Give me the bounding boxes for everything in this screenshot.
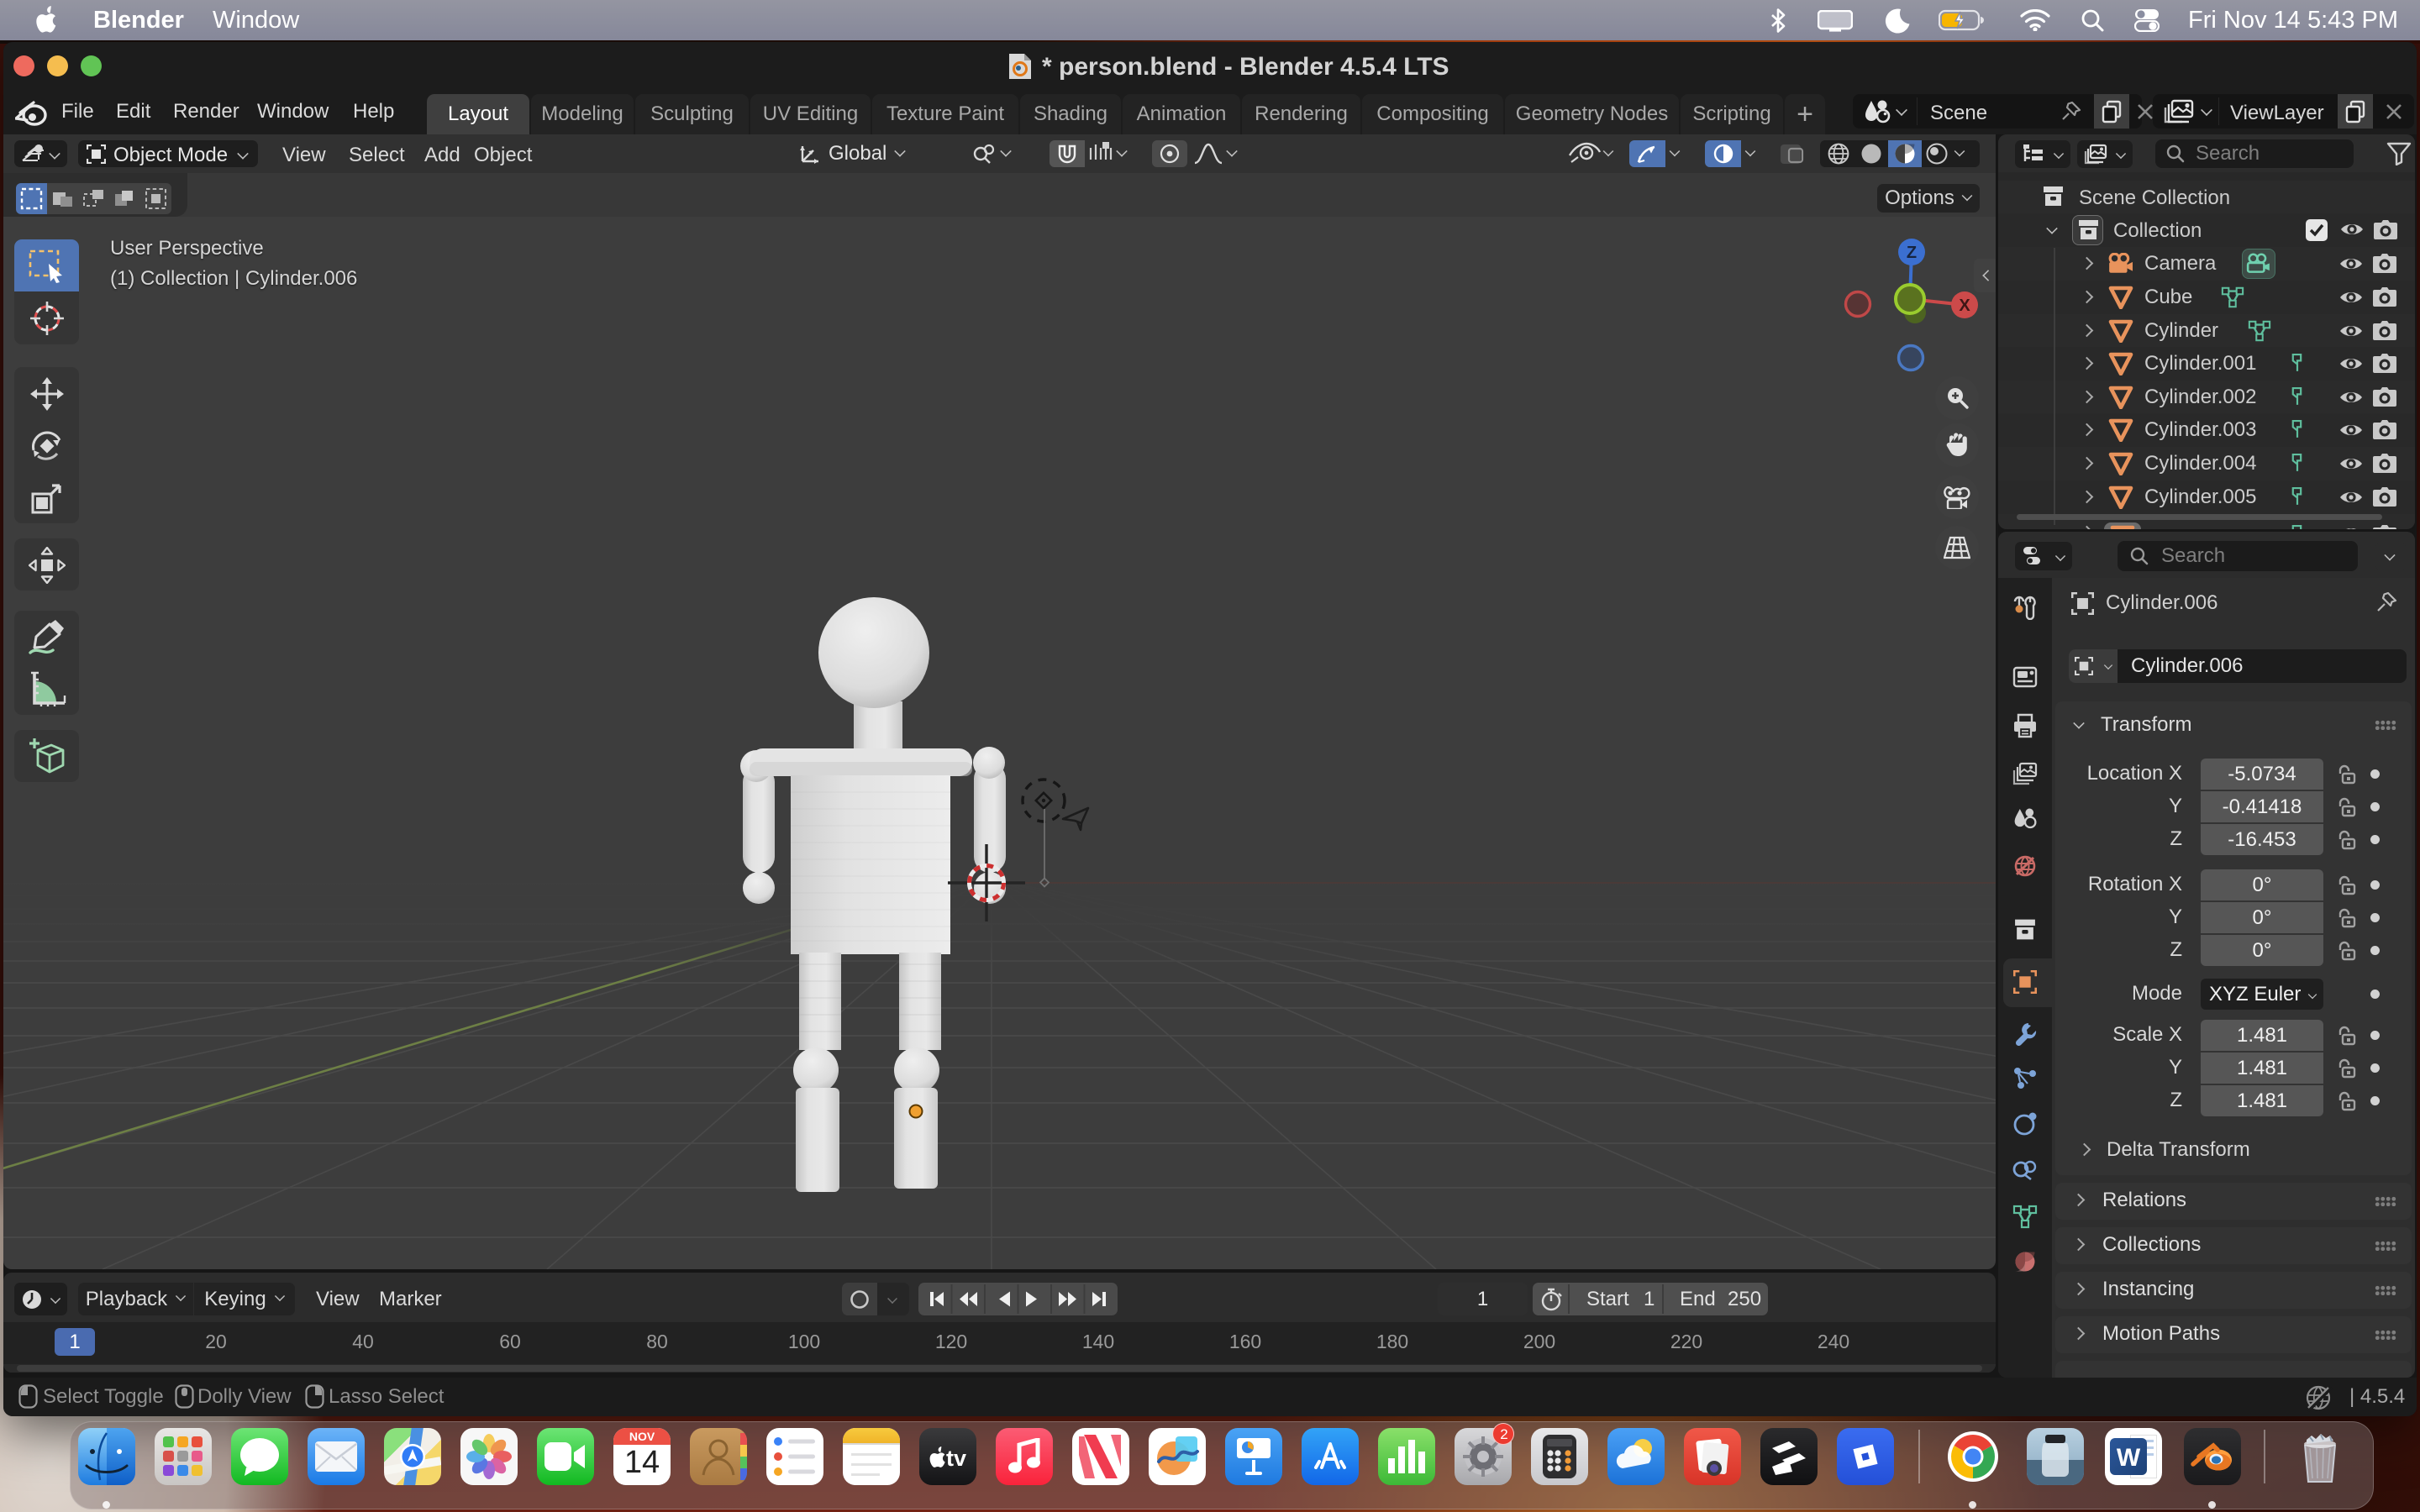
svg-text:Z: Z [1907, 244, 1917, 262]
svg-text:X: X [1959, 297, 1970, 315]
